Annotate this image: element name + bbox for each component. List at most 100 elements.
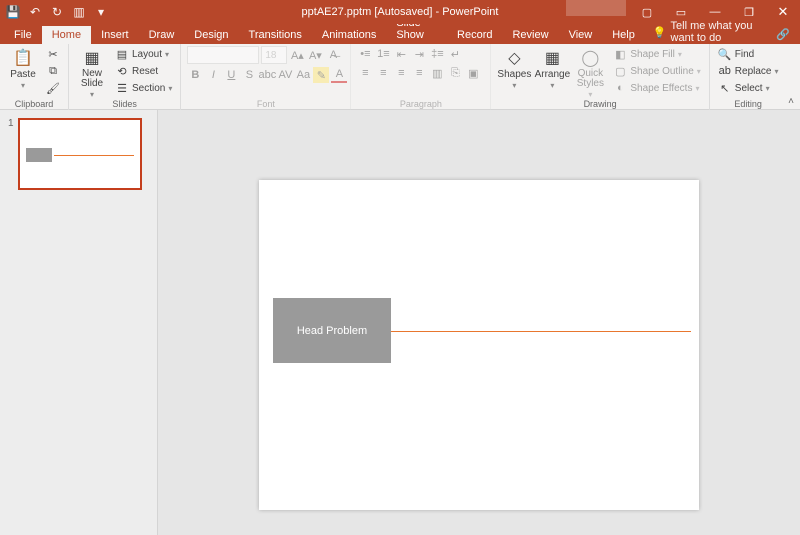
spacing-icon[interactable]: AV bbox=[277, 67, 293, 83]
quick-styles-icon: ◯ bbox=[580, 48, 600, 68]
decrease-indent-icon[interactable]: ⇤ bbox=[393, 46, 409, 62]
paste-button[interactable]: 📋 Paste bbox=[6, 46, 40, 90]
tell-me-search[interactable]: 💡 Tell me what you want to do bbox=[653, 20, 766, 44]
section-label: Section bbox=[132, 83, 165, 94]
increase-indent-icon[interactable]: ⇥ bbox=[411, 46, 427, 62]
align-left-icon[interactable]: ≡ bbox=[357, 65, 373, 81]
lightbulb-icon: 💡 bbox=[653, 26, 667, 39]
find-button[interactable]: 🔍Find bbox=[716, 46, 781, 62]
columns-icon[interactable]: ▥ bbox=[429, 65, 445, 81]
tab-review[interactable]: Review bbox=[502, 26, 558, 44]
replace-button[interactable]: abReplace bbox=[716, 63, 781, 79]
tab-design[interactable]: Design bbox=[184, 26, 238, 44]
replace-icon: ab bbox=[718, 64, 732, 78]
select-label: Select bbox=[735, 83, 763, 94]
close-button[interactable]: ✕ bbox=[766, 0, 800, 24]
shape-effects-button[interactable]: ◐Shape Effects bbox=[611, 80, 702, 96]
layout-button[interactable]: ▤Layout bbox=[113, 46, 174, 62]
text-direction-icon[interactable]: ↵ bbox=[447, 46, 463, 62]
select-button[interactable]: ↖Select bbox=[716, 80, 781, 96]
start-from-beginning-icon[interactable]: ▥ bbox=[72, 5, 86, 19]
redo-icon[interactable]: ↻ bbox=[50, 5, 64, 19]
case-icon[interactable]: Aa bbox=[295, 67, 311, 83]
bold-icon[interactable]: B bbox=[187, 67, 203, 83]
tab-animations[interactable]: Animations bbox=[312, 26, 386, 44]
grow-font-icon[interactable]: A▴ bbox=[289, 47, 305, 63]
tab-help[interactable]: Help bbox=[602, 26, 645, 44]
clear-format-icon[interactable]: A̶ bbox=[325, 47, 341, 63]
slide-canvas[interactable]: Head Problem bbox=[158, 110, 800, 535]
shape-text: Head Problem bbox=[297, 325, 367, 337]
arrange-icon: ▦ bbox=[542, 48, 562, 68]
layout-label: Layout bbox=[132, 49, 162, 60]
tab-transitions[interactable]: Transitions bbox=[239, 26, 312, 44]
shapes-label: Shapes bbox=[497, 69, 531, 80]
tab-insert[interactable]: Insert bbox=[91, 26, 139, 44]
shadow-icon[interactable]: S bbox=[241, 67, 257, 83]
section-button[interactable]: ☰Section bbox=[113, 80, 174, 96]
undo-icon[interactable]: ↶ bbox=[28, 5, 42, 19]
shape-outline-button[interactable]: ▢Shape Outline bbox=[611, 63, 702, 79]
copy-button[interactable]: ⧉ bbox=[44, 63, 62, 79]
slide[interactable]: Head Problem bbox=[259, 180, 699, 510]
qat-more-icon[interactable]: ▾ bbox=[94, 5, 108, 19]
shrink-font-icon[interactable]: A▾ bbox=[307, 47, 323, 63]
reset-button[interactable]: ⟲Reset bbox=[113, 63, 174, 79]
align-center-icon[interactable]: ≡ bbox=[375, 65, 391, 81]
thumb-shape-line bbox=[54, 155, 134, 156]
save-icon[interactable]: 💾 bbox=[6, 5, 20, 19]
group-editing: 🔍Find abReplace ↖Select Editing bbox=[710, 44, 787, 110]
tab-home[interactable]: Home bbox=[42, 26, 91, 44]
shape-fill-label: Shape Fill bbox=[630, 49, 674, 60]
strike-icon[interactable]: abc bbox=[259, 67, 275, 83]
share-button[interactable]: 🔗 bbox=[766, 25, 800, 44]
ribbon-tabs: File Home Insert Draw Design Transitions… bbox=[0, 24, 800, 44]
shape-effects-label: Shape Effects bbox=[630, 83, 692, 94]
group-label-paragraph: Paragraph bbox=[357, 99, 484, 110]
format-painter-button[interactable]: 🖌 bbox=[44, 80, 62, 96]
shape-rectangle[interactable]: Head Problem bbox=[273, 298, 391, 363]
tab-record[interactable]: Record bbox=[447, 26, 502, 44]
thumbnail-preview[interactable] bbox=[18, 118, 142, 190]
bucket-icon: ◧ bbox=[613, 47, 627, 61]
shapes-button[interactable]: ◇ Shapes bbox=[497, 46, 531, 90]
layout-icon: ▤ bbox=[115, 47, 129, 61]
arrange-label: Arrange bbox=[535, 69, 571, 80]
bullets-icon[interactable]: •≡ bbox=[357, 46, 373, 62]
group-label-clipboard: Clipboard bbox=[6, 99, 62, 110]
numbering-icon[interactable]: 1≡ bbox=[375, 46, 391, 62]
group-slides: ▦ New Slide ▤Layout ⟲Reset ☰Section Slid… bbox=[69, 44, 181, 110]
italic-icon[interactable]: I bbox=[205, 67, 221, 83]
group-drawing: ◇ Shapes ▦ Arrange ◯ Quick Styles ◧Shape… bbox=[491, 44, 709, 110]
justify-icon[interactable]: ≡ bbox=[411, 65, 427, 81]
new-slide-button[interactable]: ▦ New Slide bbox=[75, 46, 109, 99]
line-spacing-icon[interactable]: ‡≡ bbox=[429, 46, 445, 62]
shape-line[interactable] bbox=[391, 331, 691, 332]
tab-view[interactable]: View bbox=[559, 26, 603, 44]
group-label-font: Font bbox=[187, 99, 344, 110]
font-size-combo[interactable]: 18 bbox=[261, 46, 287, 64]
font-color-icon[interactable]: A bbox=[331, 67, 347, 83]
account-avatar[interactable] bbox=[566, 0, 626, 16]
clipboard-icon: 📋 bbox=[13, 48, 33, 68]
cursor-icon: ↖ bbox=[718, 81, 732, 95]
collapse-ribbon-icon[interactable]: ˄ bbox=[788, 96, 794, 107]
thumb-shape-box bbox=[26, 148, 52, 162]
cut-button[interactable]: ✂ bbox=[44, 46, 62, 62]
scissors-icon: ✂ bbox=[46, 47, 60, 61]
thumbnail-pane[interactable]: 1 bbox=[0, 110, 158, 535]
smartart-icon[interactable]: ▣ bbox=[465, 65, 481, 81]
font-name-combo[interactable] bbox=[187, 46, 259, 64]
quick-styles-button[interactable]: ◯ Quick Styles bbox=[573, 46, 607, 99]
highlight-icon[interactable]: ✎ bbox=[313, 67, 329, 83]
replace-label: Replace bbox=[735, 66, 772, 77]
thumbnail-item[interactable]: 1 bbox=[8, 118, 149, 190]
brush-icon: 🖌 bbox=[46, 81, 60, 95]
arrange-button[interactable]: ▦ Arrange bbox=[535, 46, 569, 90]
align-right-icon[interactable]: ≡ bbox=[393, 65, 409, 81]
underline-icon[interactable]: U bbox=[223, 67, 239, 83]
tab-file[interactable]: File bbox=[4, 26, 42, 44]
tab-draw[interactable]: Draw bbox=[139, 26, 185, 44]
align-text-icon[interactable]: ⎘ bbox=[447, 65, 463, 81]
shape-fill-button[interactable]: ◧Shape Fill bbox=[611, 46, 702, 62]
